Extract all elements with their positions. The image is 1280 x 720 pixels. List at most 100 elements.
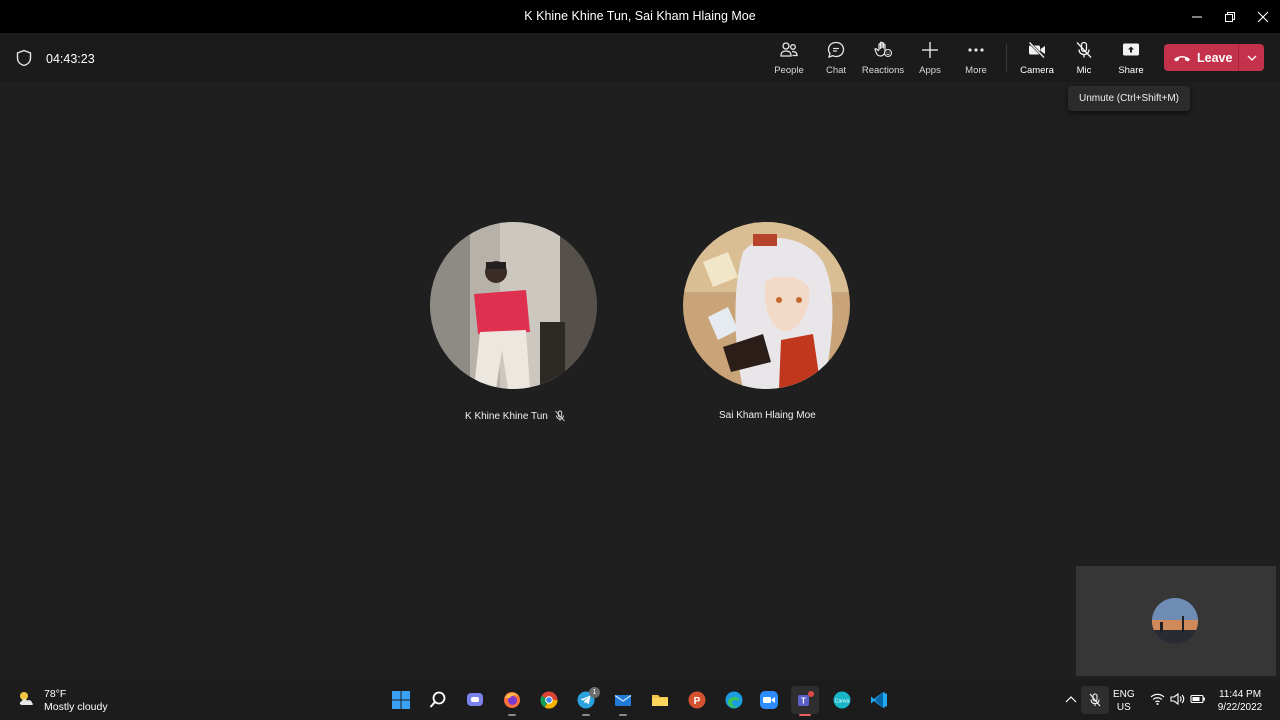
chevron-up-icon[interactable] — [1065, 694, 1077, 706]
apps-button[interactable]: Apps — [907, 40, 953, 78]
restore-icon — [1225, 11, 1235, 22]
chat-icon — [827, 41, 845, 59]
reactions-label: Reactions — [861, 65, 905, 76]
teams-icon: T — [798, 691, 814, 706]
camera-label: Camera — [1020, 65, 1054, 76]
search-button[interactable] — [424, 686, 452, 714]
people-label: People — [774, 65, 804, 76]
running-indicator — [508, 714, 516, 716]
active-indicator — [799, 714, 811, 716]
folder-icon — [652, 695, 668, 706]
self-avatar — [1152, 598, 1198, 644]
chat-button[interactable]: Chat — [813, 40, 859, 78]
canva-app[interactable]: Canva — [828, 686, 856, 714]
more-button[interactable]: More — [953, 40, 999, 78]
clock-time: 11:44 PM — [1218, 689, 1262, 700]
share-label: Share — [1118, 65, 1144, 76]
telegram-badge: 1 — [589, 687, 600, 698]
clock-date: 9/22/2022 — [1217, 702, 1263, 713]
avatar-photo — [683, 222, 850, 389]
language-line2: US — [1116, 702, 1131, 713]
running-indicator — [582, 714, 590, 716]
meeting-timer: 04:43:23 — [46, 52, 95, 66]
telegram-app[interactable]: 1 — [572, 686, 600, 716]
weather-widget[interactable]: 78°F Mostly cloudy — [16, 688, 108, 714]
meeting-toolbar: 04:43:23 People Chat Reactions Apps More… — [0, 33, 1280, 82]
language-line1: ENG — [1113, 689, 1135, 700]
raise-hand-icon — [874, 41, 893, 58]
participant-name-2: Sai Kham Hlaing Moe — [719, 410, 816, 421]
minimize-button[interactable] — [1180, 0, 1214, 33]
weather-temp: 78°F — [44, 688, 67, 700]
teams-app[interactable]: T — [791, 686, 819, 716]
more-label: More — [965, 65, 987, 76]
windows-logo-icon — [392, 691, 410, 709]
windows-taskbar: 78°F Mostly cloudy 1 P T Canva ENG US 11… — [0, 680, 1280, 720]
edge-app[interactable] — [720, 686, 748, 714]
mic-button[interactable]: Mic — [1061, 40, 1107, 78]
mic-muted-icon — [555, 410, 565, 422]
participant-avatar-2[interactable] — [683, 222, 850, 389]
zoom-icon — [760, 691, 778, 709]
close-icon — [1257, 11, 1269, 22]
tray-mic-muted[interactable] — [1081, 686, 1109, 714]
participant-name-1: K Khine Khine Tun — [465, 410, 566, 422]
teams-chat-app[interactable] — [461, 686, 489, 714]
running-indicator — [619, 714, 627, 716]
battery-icon[interactable] — [1190, 692, 1206, 706]
leave-options-button[interactable] — [1239, 44, 1264, 71]
powerpoint-icon: P — [688, 691, 706, 709]
language-indicator[interactable]: ENG US — [1113, 688, 1135, 714]
teams-chat-icon — [467, 693, 483, 706]
vscode-app[interactable] — [865, 686, 893, 714]
people-button[interactable]: People — [766, 40, 812, 78]
firefox-app[interactable] — [498, 686, 526, 716]
mail-app[interactable] — [609, 686, 637, 716]
reactions-button[interactable]: Reactions — [860, 40, 906, 78]
camera-off-icon — [1028, 41, 1045, 59]
canva-icon: Canva — [833, 691, 851, 709]
minimize-icon — [1192, 16, 1202, 17]
chrome-icon — [540, 691, 558, 709]
camera-button[interactable]: Camera — [1014, 40, 1060, 78]
close-button[interactable] — [1246, 0, 1280, 33]
leave-button[interactable]: Leave — [1164, 44, 1238, 71]
more-dots-icon — [968, 48, 984, 52]
clock[interactable]: 11:44 PM 9/22/2022 — [1214, 688, 1266, 714]
hang-up-icon — [1174, 55, 1190, 61]
avatar-photo — [430, 222, 597, 389]
mic-tooltip: Unmute (Ctrl+Shift+M) — [1068, 86, 1190, 111]
participant-avatar-1[interactable] — [430, 222, 597, 389]
zoom-app[interactable] — [755, 686, 783, 714]
chat-label: Chat — [825, 65, 847, 76]
participant-name-2-text: Sai Kham Hlaing Moe — [719, 410, 816, 421]
search-icon — [429, 691, 446, 708]
leave-button-group: Leave — [1164, 44, 1264, 71]
wifi-icon[interactable] — [1150, 692, 1165, 706]
svg-text:P: P — [694, 696, 701, 707]
mail-icon — [614, 694, 632, 706]
powerpoint-app[interactable]: P — [683, 686, 711, 714]
svg-text:T: T — [801, 697, 806, 706]
chevron-down-icon — [1247, 55, 1256, 61]
mic-off-icon — [1076, 41, 1092, 58]
mic-muted-icon — [1089, 693, 1101, 707]
maximize-button[interactable] — [1213, 0, 1247, 33]
partly-cloudy-icon — [19, 692, 33, 705]
svg-text:Canva: Canva — [835, 699, 850, 705]
share-screen-icon — [1123, 43, 1139, 56]
share-button[interactable]: Share — [1108, 40, 1154, 78]
participant-name-1-text: K Khine Khine Tun — [465, 410, 548, 422]
mic-label: Mic — [1076, 65, 1092, 76]
chrome-app[interactable] — [535, 686, 563, 714]
volume-icon[interactable] — [1170, 692, 1185, 706]
vscode-icon — [871, 692, 887, 708]
start-button[interactable] — [387, 686, 415, 714]
file-explorer-app[interactable] — [646, 686, 674, 714]
shield-icon — [16, 49, 32, 67]
self-view-tile[interactable] — [1076, 566, 1276, 676]
apps-label: Apps — [919, 65, 941, 76]
firefox-icon — [504, 692, 520, 708]
window-title: K Khine Khine Tun, Sai Kham Hlaing Moe — [524, 9, 756, 23]
edge-icon — [725, 691, 743, 709]
